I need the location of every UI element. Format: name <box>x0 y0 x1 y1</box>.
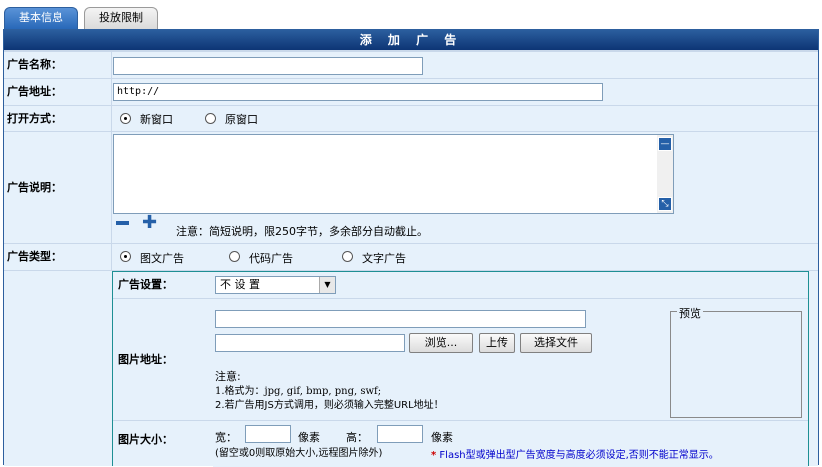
ad-name-input[interactable] <box>113 57 423 75</box>
tab-delivery-limits[interactable]: 投放限制 <box>84 7 158 29</box>
image-url-label: 图片地址： <box>113 300 212 420</box>
chevron-down-icon[interactable]: ▼ <box>319 277 335 293</box>
ad-settings-table: 广告设置： 不 设 置 ▼ 图片地址： 浏览... 上传 选择文件 注意: 1.… <box>112 271 809 467</box>
radio-same-window[interactable] <box>205 113 216 124</box>
ad-url-label: 广告地址： <box>4 79 111 105</box>
height-unit: 像素 <box>431 431 453 444</box>
choose-file-button[interactable]: 选择文件 <box>520 333 592 353</box>
radio-image-text-ad-label: 图文广告 <box>140 252 184 265</box>
radio-same-window-label: 原窗口 <box>225 113 258 126</box>
desc-scrollbar[interactable]: — ⤡ <box>657 135 673 213</box>
tab-bar: 基本信息 投放限制 <box>0 0 822 30</box>
ad-settings-select[interactable]: 不 设 置 ▼ <box>215 276 336 294</box>
row-ad-name: 广告名称： <box>4 52 818 78</box>
preview-legend: 预览 <box>677 305 703 321</box>
ad-settings-label: 广告设置： <box>113 272 212 298</box>
expand-icon[interactable]: ✚ <box>142 214 157 232</box>
ad-desc-label: 广告说明： <box>4 132 111 243</box>
width-unit: 像素 <box>298 431 320 444</box>
row-ad-settings: 广告设置： 不 设 置 ▼ <box>113 272 808 299</box>
shrink-icon[interactable] <box>116 221 129 225</box>
width-input[interactable] <box>245 425 291 443</box>
radio-image-text-ad[interactable] <box>120 251 131 262</box>
scroll-up-icon[interactable]: — <box>658 137 672 151</box>
upload-button[interactable]: 上传 <box>479 333 515 353</box>
ad-url-input[interactable]: http:// <box>113 83 603 101</box>
image-url-input[interactable] <box>215 310 586 328</box>
preview-box: 预览 <box>670 305 802 418</box>
radio-new-window-label: 新窗口 <box>140 113 173 126</box>
ad-name-label: 广告名称： <box>4 52 111 78</box>
tab-basic-info[interactable]: 基本信息 <box>4 7 78 29</box>
page-title: 添 加 广 告 <box>4 30 818 50</box>
radio-code-ad[interactable] <box>229 251 240 262</box>
row-open-mode: 打开方式： 新窗口 原窗口 <box>4 106 818 131</box>
browse-button[interactable]: 浏览... <box>409 333 473 353</box>
radio-text-ad-label: 文字广告 <box>362 252 406 265</box>
size-warning: * Flash型或弹出型广告宽度与高度必须设定,否则不能正常显示。 <box>431 450 719 461</box>
row-ad-url: 广告地址： http:// <box>4 79 818 105</box>
height-label: 高： <box>346 431 368 444</box>
width-label: 宽： <box>215 431 237 444</box>
desc-note: 注意：简短说明，限250字节，多余部分自动截止。 <box>176 225 428 238</box>
form-frame: 添 加 广 告 广告名称： 广告地址： http:// 打开方式： 新窗口 原窗… <box>3 29 819 467</box>
image-note-line2: 2.若广告用JS方式调用，则必须输入完整URL地址！ <box>215 400 444 411</box>
ad-type-label: 广告类型： <box>4 244 111 270</box>
image-file-input[interactable] <box>215 334 405 352</box>
radio-new-window[interactable] <box>120 113 131 124</box>
row-image-url: 图片地址： 浏览... 上传 选择文件 注意: 1.格式为：jpg, gif, … <box>113 300 808 421</box>
height-input[interactable] <box>377 425 423 443</box>
open-mode-label: 打开方式： <box>4 106 111 131</box>
size-hint: (留空或0则取原始大小,远程图片除外) <box>215 448 383 459</box>
row-ad-desc: 广告说明： — ⤡ ✚ 注意：简短说明，限250字节，多余部分自动截止。 <box>4 132 818 243</box>
image-note-line1: 1.格式为：jpg, gif, bmp, png, swf; <box>215 386 382 397</box>
radio-text-ad[interactable] <box>342 251 353 262</box>
image-size-label: 图片大小： <box>113 422 212 458</box>
row-ad-type: 广告类型： 图文广告 代码广告 文字广告 <box>4 244 818 270</box>
row-image-size: 图片大小： 宽： 像素 高： 像素 (留空或0则取原始大小,远程图片除外) * … <box>113 422 808 467</box>
resize-icon[interactable]: ⤡ <box>658 197 672 211</box>
ad-desc-textarea[interactable]: — ⤡ <box>113 134 674 214</box>
ad-settings-select-value: 不 设 置 <box>220 278 260 291</box>
radio-code-ad-label: 代码广告 <box>249 252 293 265</box>
nested-label-column <box>4 271 111 466</box>
